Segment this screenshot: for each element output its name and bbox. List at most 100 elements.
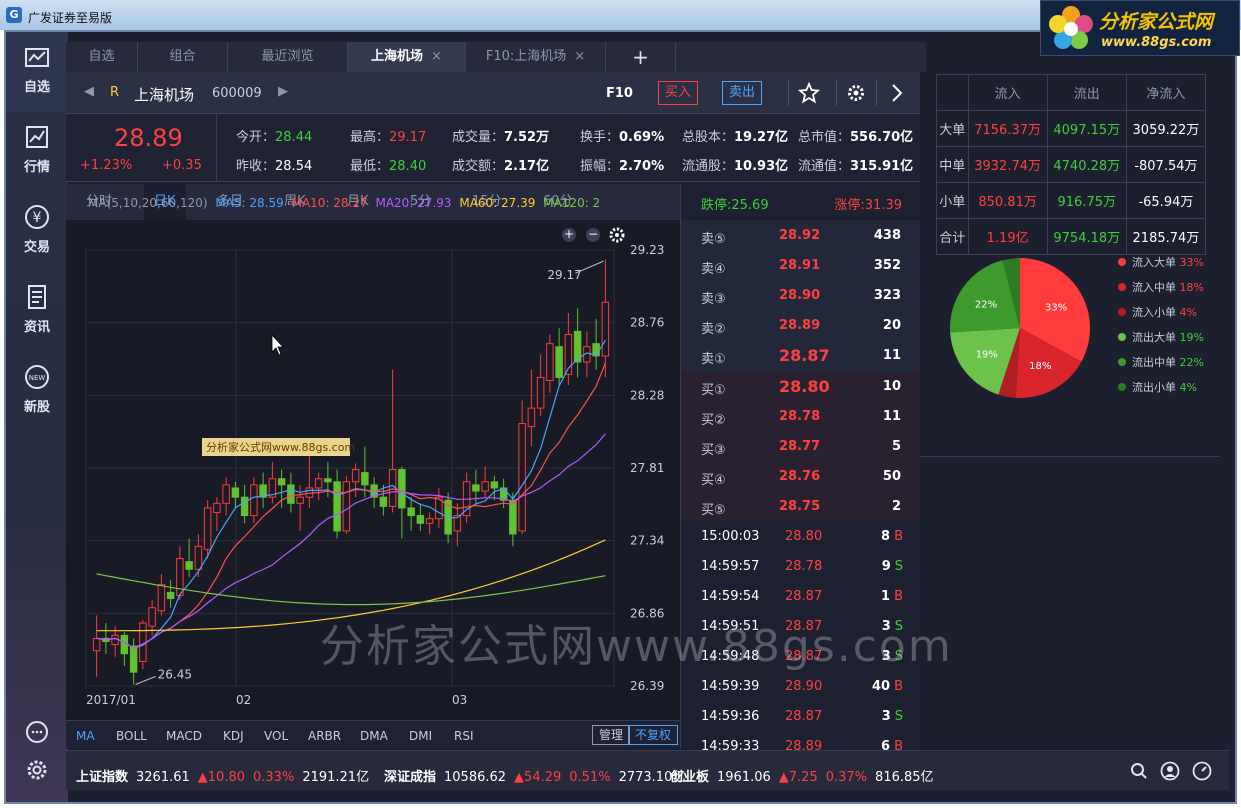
chart-settings-gear-icon[interactable] (608, 226, 626, 248)
adjust-button[interactable]: 不复权 (628, 725, 679, 745)
index-item[interactable]: 深证成指 10586.62 ▲54.29 0.51% 2773.10亿 (384, 766, 693, 785)
sidebar-item-trade[interactable]: ¥ 交易 (6, 192, 68, 272)
window-title: 广发证券至易版 (28, 11, 113, 25)
gear-icon[interactable] (846, 83, 866, 107)
indicator-dma[interactable]: DMA (360, 729, 388, 743)
close-icon[interactable]: × (431, 49, 442, 64)
candle-body (157, 584, 166, 612)
row-price: 28.78 (785, 559, 823, 574)
row-volume: 323 (873, 288, 901, 303)
index-item[interactable]: 创业板 1961.06 ▲7.25 0.37% 816.85亿 (670, 766, 942, 785)
candle-body (527, 407, 536, 428)
candle-body (240, 496, 249, 517)
row-volume: 5 (891, 439, 901, 454)
flow-row: 中单 3932.74万 4740.28万 -807.54万 (936, 146, 1207, 183)
row-label: 14:59:39 (701, 679, 760, 694)
change-value: +0.35 (162, 158, 202, 173)
tab-recent[interactable]: 最近浏览 (228, 42, 348, 72)
side-flag: S (894, 559, 903, 574)
index-value: 3261.61 (136, 770, 190, 785)
volume-field: 成交量：7.52万 (452, 130, 550, 145)
indicator-vol[interactable]: VOL (264, 729, 288, 743)
tab-stock[interactable]: 上海机场 × (348, 42, 466, 72)
chat-icon[interactable] (25, 720, 49, 744)
ma120-line (96, 573, 606, 606)
buy-button[interactable]: 买入 (658, 81, 699, 105)
legend-label: 流出大单 (1132, 331, 1176, 344)
y-tick-label: 28.28 (630, 388, 664, 402)
sidebar-item-watchlist[interactable]: 自选 (6, 32, 68, 112)
legend-pct: 18% (1176, 281, 1204, 294)
new-tab-button[interactable]: + (606, 42, 676, 72)
sell-button[interactable]: 卖出 (722, 81, 763, 105)
row-volume: 11 (882, 348, 901, 363)
indicator-bar: MA BOLL MACD KDJ VOL ARBR DMA DMI RSI 管理… (66, 720, 680, 748)
row-label: 买① (701, 383, 726, 398)
manage-button[interactable]: 管理 (592, 725, 631, 745)
trade-tick: 14:59:36 28.87 3 S (681, 702, 921, 732)
sidebar: 自选 行情 ¥ 交易 资讯 NEW 新股 (6, 32, 68, 802)
legend-pct: 4% (1176, 381, 1197, 394)
sidebar-item-market[interactable]: 行情 (6, 112, 68, 192)
index-name: 上证指数 (76, 770, 129, 785)
speed-dial-icon[interactable] (1192, 761, 1212, 785)
tab-f10[interactable]: F10:上海机场 × (466, 42, 606, 72)
candle-body (92, 637, 101, 652)
flow-cell: 7156.37万 (967, 110, 1048, 147)
candle-body (407, 507, 415, 517)
tab-watchlist[interactable]: 自选 (66, 42, 138, 72)
user-icon[interactable] (1160, 761, 1180, 785)
tab-portfolio[interactable]: 组合 (138, 42, 228, 72)
ask-level: 卖④ 28.91 352 (681, 251, 921, 281)
indicator-ma[interactable]: MA (76, 729, 95, 743)
close-icon[interactable]: × (574, 49, 585, 64)
star-icon[interactable] (797, 81, 821, 108)
legend-item: 流出小单 4% (1118, 379, 1228, 395)
candle-body (120, 634, 129, 655)
indicator-boll[interactable]: BOLL (116, 729, 147, 743)
candle-body (509, 499, 517, 535)
ask-level: 卖⑤ 28.92 438 (681, 221, 921, 251)
index-pct: 0.33% (253, 770, 295, 785)
legend-label: 流出中单 (1132, 356, 1176, 369)
row-price: 28.80 (785, 529, 823, 544)
flow-header-row: 流入 流出 净流入 (936, 74, 1207, 111)
candle-body (176, 558, 184, 596)
low-annotation: 26.45 (158, 667, 192, 681)
candle-body (592, 343, 600, 357)
row-volume: 9S (881, 559, 903, 574)
zoom-in-icon[interactable]: + (562, 228, 576, 242)
next-stock-arrow-icon[interactable]: ▶ (278, 84, 288, 99)
row-price: 28.91 (779, 258, 821, 273)
row-volume: 50 (882, 469, 901, 484)
candle-body (361, 472, 369, 486)
indicator-macd[interactable]: MACD (166, 729, 202, 743)
legend-pct: 22% (1176, 356, 1204, 369)
prev-stock-arrow-icon[interactable]: ◀ (84, 84, 94, 99)
zoom-out-icon[interactable]: − (586, 228, 600, 242)
f10-button[interactable]: F10 (606, 86, 633, 101)
chevron-right-icon[interactable] (890, 81, 904, 109)
flow-header: 流出 (1046, 74, 1127, 111)
indicator-dmi[interactable]: DMI (409, 729, 432, 743)
index-item[interactable]: 上证指数 3261.61 ▲10.80 0.33% 2191.21亿 (76, 766, 377, 785)
indicator-rsi[interactable]: RSI (454, 729, 474, 743)
svg-text:¥: ¥ (33, 210, 42, 226)
settings-gear-icon[interactable] (25, 758, 49, 782)
legend-dot (1118, 383, 1126, 391)
legend-dot (1118, 258, 1126, 266)
row-label: 卖⑤ (701, 232, 726, 247)
sidebar-item-ipo[interactable]: NEW 新股 (6, 352, 68, 432)
indicator-arbr[interactable]: ARBR (308, 729, 341, 743)
row-price: 28.92 (779, 228, 821, 243)
row-label: 卖④ (701, 262, 726, 277)
bid-level: 买② 28.78 11 (681, 402, 921, 432)
candle-body (481, 481, 489, 492)
legend-dot (1118, 308, 1126, 316)
legend-pct: 19% (1176, 331, 1204, 344)
row-price: 28.80 (779, 377, 830, 396)
search-icon[interactable] (1130, 762, 1148, 784)
indicator-kdj[interactable]: KDJ (223, 729, 244, 743)
sidebar-item-news[interactable]: 资讯 (6, 272, 68, 352)
market-chart-icon (24, 124, 50, 150)
